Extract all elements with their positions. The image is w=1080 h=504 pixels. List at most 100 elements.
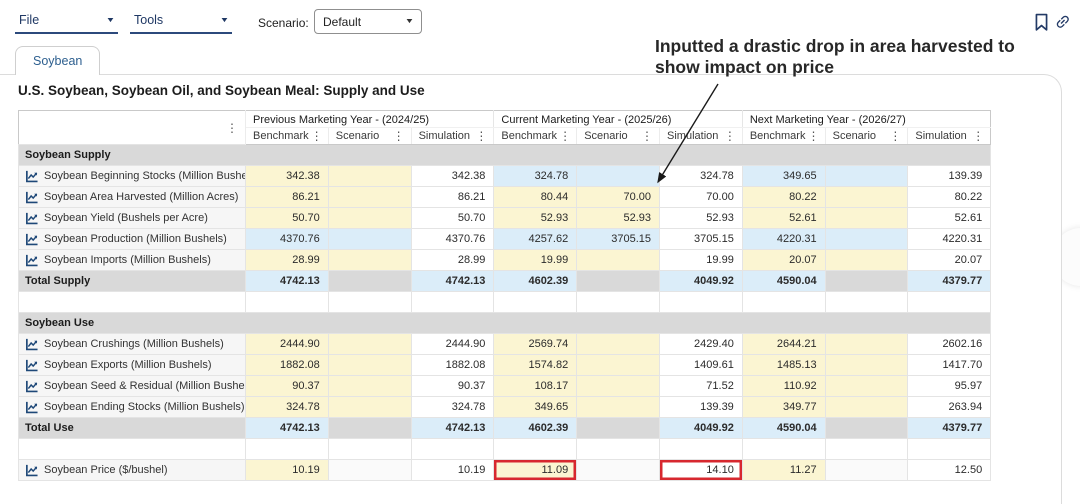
value-cell[interactable]: 19.99 — [660, 250, 743, 271]
value-cell[interactable]: 4049.92 — [660, 418, 743, 439]
value-cell[interactable]: 1485.13 — [742, 355, 825, 376]
value-cell[interactable]: 4379.77 — [908, 418, 991, 439]
column-menu-icon[interactable]: ⋮ — [805, 131, 821, 141]
value-cell[interactable]: 4220.31 — [908, 229, 991, 250]
value-cell[interactable] — [577, 250, 660, 271]
value-cell[interactable]: 70.00 — [577, 187, 660, 208]
value-cell[interactable]: 2444.90 — [411, 334, 494, 355]
value-cell[interactable]: 80.22 — [908, 187, 991, 208]
value-cell[interactable]: 20.07 — [742, 250, 825, 271]
line-chart-icon[interactable] — [25, 401, 38, 414]
line-chart-icon[interactable] — [25, 233, 38, 246]
value-cell[interactable]: 90.37 — [411, 376, 494, 397]
value-cell[interactable]: 263.94 — [908, 397, 991, 418]
value-cell[interactable]: 342.38 — [411, 166, 494, 187]
value-cell[interactable]: 139.39 — [660, 397, 743, 418]
value-cell[interactable] — [825, 355, 908, 376]
value-cell[interactable]: 12.50 — [908, 460, 991, 481]
value-cell[interactable] — [328, 355, 411, 376]
value-cell[interactable]: 1409.61 — [660, 355, 743, 376]
value-cell[interactable]: 3705.15 — [577, 229, 660, 250]
value-cell[interactable]: 349.65 — [742, 166, 825, 187]
value-cell[interactable]: 4742.13 — [411, 418, 494, 439]
value-cell[interactable]: 90.37 — [246, 376, 329, 397]
tab-soybean[interactable]: Soybean — [15, 46, 100, 75]
value-cell[interactable]: 1574.82 — [494, 355, 577, 376]
value-cell[interactable] — [328, 229, 411, 250]
column-menu-icon[interactable]: ⋮ — [391, 131, 407, 141]
value-cell[interactable] — [328, 187, 411, 208]
value-cell[interactable] — [577, 397, 660, 418]
value-cell[interactable]: 139.39 — [908, 166, 991, 187]
value-cell[interactable]: 1417.70 — [908, 355, 991, 376]
line-chart-icon[interactable] — [25, 212, 38, 225]
tools-menu[interactable]: Tools ▼ — [130, 10, 232, 34]
value-cell[interactable] — [577, 166, 660, 187]
value-cell[interactable]: 80.22 — [742, 187, 825, 208]
value-cell[interactable] — [328, 250, 411, 271]
value-cell[interactable]: 52.93 — [494, 208, 577, 229]
value-cell[interactable]: 2444.90 — [246, 334, 329, 355]
column-menu-icon[interactable]: ⋮ — [557, 131, 573, 141]
value-cell[interactable]: 52.61 — [908, 208, 991, 229]
value-cell[interactable]: 4257.62 — [494, 229, 577, 250]
value-cell[interactable] — [577, 355, 660, 376]
value-cell[interactable]: 3705.15 — [660, 229, 743, 250]
value-cell[interactable]: 4220.31 — [742, 229, 825, 250]
link-icon[interactable] — [1051, 10, 1076, 35]
value-cell[interactable] — [577, 376, 660, 397]
value-cell[interactable]: 4379.77 — [908, 271, 991, 292]
value-cell[interactable] — [577, 460, 660, 481]
value-cell[interactable]: 2602.16 — [908, 334, 991, 355]
value-cell[interactable]: 50.70 — [411, 208, 494, 229]
value-cell[interactable] — [328, 460, 411, 481]
line-chart-icon[interactable] — [25, 338, 38, 351]
highlighted-value-cell[interactable]: 11.09 — [494, 460, 577, 481]
value-cell[interactable]: 4742.13 — [246, 418, 329, 439]
line-chart-icon[interactable] — [25, 191, 38, 204]
value-cell[interactable]: 2429.40 — [660, 334, 743, 355]
column-menu-icon[interactable]: ⋮ — [639, 131, 655, 141]
value-cell[interactable]: 10.19 — [411, 460, 494, 481]
value-cell[interactable] — [825, 271, 908, 292]
value-cell[interactable] — [328, 397, 411, 418]
value-cell[interactable]: 1882.08 — [411, 355, 494, 376]
value-cell[interactable]: 52.61 — [742, 208, 825, 229]
value-cell[interactable] — [825, 208, 908, 229]
value-cell[interactable] — [328, 418, 411, 439]
value-cell[interactable]: 70.00 — [660, 187, 743, 208]
value-cell[interactable]: 4590.04 — [742, 418, 825, 439]
highlighted-value-cell[interactable]: 14.10 — [660, 460, 743, 481]
value-cell[interactable]: 50.70 — [246, 208, 329, 229]
value-cell[interactable]: 324.78 — [660, 166, 743, 187]
value-cell[interactable]: 324.78 — [246, 397, 329, 418]
column-menu-icon[interactable]: ⋮ — [722, 131, 738, 141]
value-cell[interactable]: 10.19 — [246, 460, 329, 481]
value-cell[interactable]: 2644.21 — [742, 334, 825, 355]
value-cell[interactable] — [825, 418, 908, 439]
value-cell[interactable] — [825, 187, 908, 208]
value-cell[interactable] — [825, 397, 908, 418]
value-cell[interactable]: 4602.39 — [494, 418, 577, 439]
value-cell[interactable]: 20.07 — [908, 250, 991, 271]
line-chart-icon[interactable] — [25, 359, 38, 372]
value-cell[interactable] — [328, 166, 411, 187]
value-cell[interactable] — [825, 334, 908, 355]
value-cell[interactable]: 28.99 — [411, 250, 494, 271]
value-cell[interactable] — [825, 250, 908, 271]
value-cell[interactable]: 2569.74 — [494, 334, 577, 355]
line-chart-icon[interactable] — [25, 380, 38, 393]
value-cell[interactable] — [328, 271, 411, 292]
column-menu-icon[interactable]: ⋮ — [473, 131, 489, 141]
value-cell[interactable] — [577, 418, 660, 439]
value-cell[interactable]: 4742.13 — [411, 271, 494, 292]
value-cell[interactable]: 349.77 — [742, 397, 825, 418]
value-cell[interactable] — [328, 376, 411, 397]
value-cell[interactable]: 4602.39 — [494, 271, 577, 292]
value-cell[interactable] — [577, 271, 660, 292]
column-menu-icon[interactable]: ⋮ — [224, 123, 240, 133]
file-menu[interactable]: File ▼ — [15, 10, 118, 34]
value-cell[interactable]: 349.65 — [494, 397, 577, 418]
value-cell[interactable]: 4370.76 — [411, 229, 494, 250]
value-cell[interactable]: 86.21 — [246, 187, 329, 208]
